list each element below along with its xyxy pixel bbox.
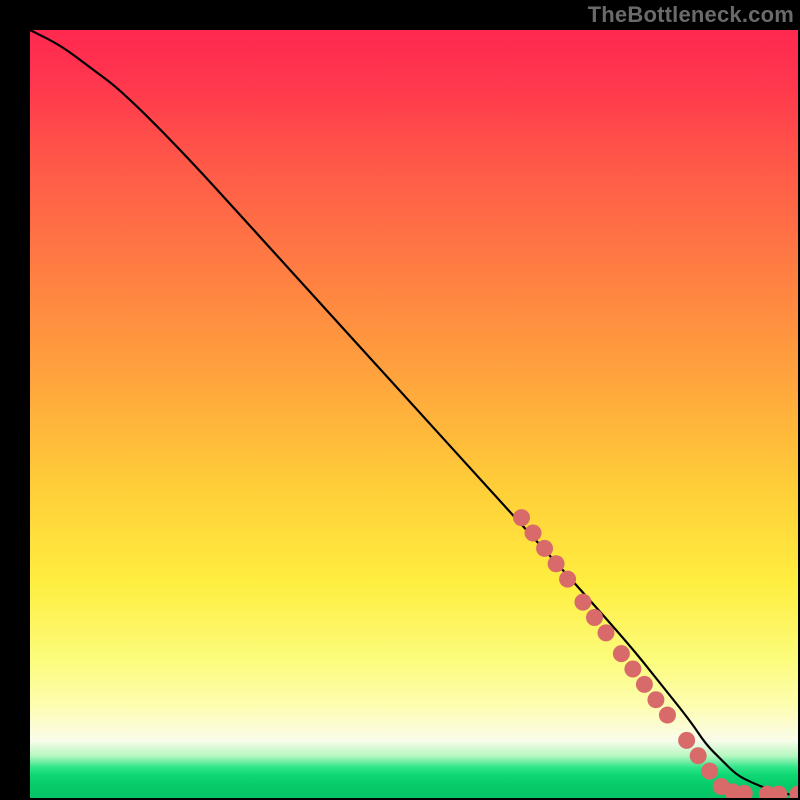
data-point [613, 645, 630, 662]
chart-svg [30, 30, 798, 798]
data-point [525, 525, 542, 542]
data-point [624, 660, 641, 677]
plot-area [30, 30, 798, 798]
data-point [536, 540, 553, 557]
data-point [790, 786, 799, 798]
data-point [647, 691, 664, 708]
data-point [690, 747, 707, 764]
data-point [770, 786, 787, 798]
data-point [598, 624, 615, 641]
dot-group [513, 509, 798, 798]
data-point [636, 676, 653, 693]
data-point [513, 509, 530, 526]
data-point [659, 707, 676, 724]
chart-container: TheBottleneck.com [0, 0, 800, 800]
curve-line [30, 30, 798, 796]
watermark-label: TheBottleneck.com [588, 2, 794, 28]
data-point [559, 571, 576, 588]
data-point [678, 732, 695, 749]
data-point [548, 555, 565, 572]
data-point [586, 609, 603, 626]
data-point [574, 594, 591, 611]
data-point [701, 763, 718, 780]
